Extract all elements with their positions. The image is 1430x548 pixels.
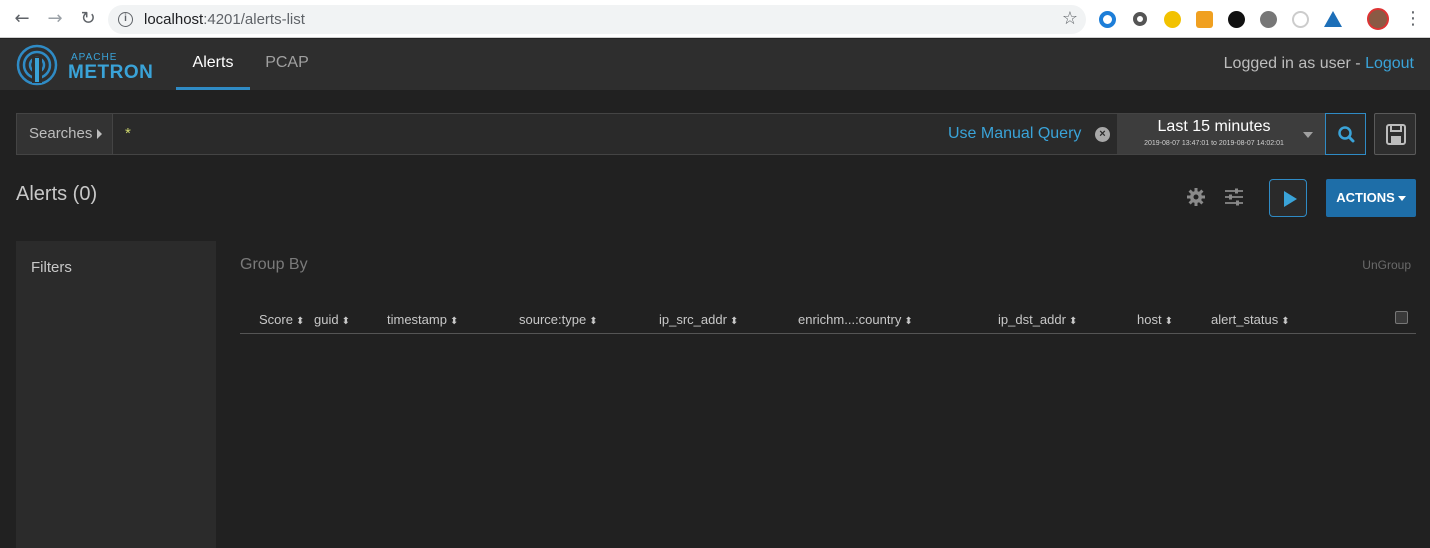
extension-icon[interactable] xyxy=(1228,11,1245,28)
play-icon xyxy=(1284,191,1297,207)
time-range-picker[interactable]: Last 15 minutes 2019-08-07 13:47:01 to 2… xyxy=(1117,114,1325,154)
forward-arrow-icon[interactable]: → xyxy=(45,9,65,29)
avatar[interactable] xyxy=(1367,8,1389,30)
search-input[interactable]: * xyxy=(125,125,131,142)
time-range-detail: 2019-08-07 13:47:01 to 2019-08-07 14:02:… xyxy=(1144,140,1284,147)
group-by-label: Group By xyxy=(240,256,308,273)
url-text[interactable]: localhost:4201/alerts-list xyxy=(144,11,305,28)
alerts-title: Alerts (0) xyxy=(16,183,98,205)
tab-alerts[interactable]: Alerts xyxy=(176,39,250,90)
gear-icon[interactable] xyxy=(1185,186,1207,208)
sort-icon: ⬍ xyxy=(729,316,739,327)
column-header-score[interactable]: Score ⬍ xyxy=(259,312,304,327)
filters-title: Filters xyxy=(31,259,72,276)
search-icon xyxy=(1338,126,1355,143)
logo-metron-text: METRON xyxy=(68,62,154,83)
logout-link[interactable]: Logout xyxy=(1365,55,1414,72)
extension-icon[interactable] xyxy=(1292,11,1309,28)
tab-pcap[interactable]: PCAP xyxy=(258,39,316,90)
metron-logo-icon xyxy=(16,44,58,86)
ungroup-button[interactable]: UnGroup xyxy=(1362,258,1411,272)
login-status: Logged in as user - Logout xyxy=(1224,55,1414,73)
app-header: APACHE METRON Alerts PCAP Logged in as u… xyxy=(0,39,1430,90)
sort-icon: ⬍ xyxy=(1068,316,1078,327)
column-header-guid[interactable]: guid ⬍ xyxy=(314,312,350,327)
logged-in-text: Logged in as user - xyxy=(1223,55,1366,72)
searches-button[interactable]: Searches xyxy=(17,114,113,154)
sort-icon: ⬍ xyxy=(589,316,598,327)
sort-icon: ⬍ xyxy=(295,316,305,327)
address-bar[interactable]: i localhost:4201/alerts-list ☆ xyxy=(108,5,1086,34)
browser-toolbar: ← → ↻ i localhost:4201/alerts-list ☆ ⋮ xyxy=(0,0,1430,38)
chevron-down-icon xyxy=(1303,132,1313,138)
column-header-ip-src-addr[interactable]: ip_src_addr ⬍ xyxy=(659,312,738,327)
extension-icon[interactable] xyxy=(1133,12,1147,26)
bookmark-star-icon[interactable]: ☆ xyxy=(1062,8,1078,29)
search-bar: Searches * Use Manual Query × Last 15 mi… xyxy=(16,113,1366,155)
sort-icon: ⬍ xyxy=(449,316,459,327)
actions-label: ACTIONS xyxy=(1336,190,1395,205)
extension-icon[interactable] xyxy=(1099,11,1116,28)
extension-icon[interactable] xyxy=(1164,11,1181,28)
save-search-button[interactable] xyxy=(1374,113,1416,155)
caret-right-icon xyxy=(97,129,103,140)
play-button[interactable] xyxy=(1269,179,1307,217)
actions-button[interactable]: ACTIONS xyxy=(1326,179,1416,217)
column-header-timestamp[interactable]: timestamp ⬍ xyxy=(387,312,458,327)
info-icon[interactable]: i xyxy=(118,12,133,27)
chevron-down-icon xyxy=(1397,196,1406,202)
back-arrow-icon[interactable]: ← xyxy=(12,9,32,29)
sort-icon: ⬍ xyxy=(1281,316,1290,327)
metron-logo[interactable]: APACHE METRON xyxy=(15,43,165,87)
extension-icon[interactable] xyxy=(1196,11,1213,28)
filters-panel: Filters xyxy=(16,241,216,548)
time-range-label: Last 15 minutes xyxy=(1157,118,1271,135)
column-header-country[interactable]: enrichm...:country ⬍ xyxy=(798,312,913,327)
clear-search-icon[interactable]: × xyxy=(1095,127,1110,142)
sort-icon: ⬍ xyxy=(904,316,913,327)
searches-label: Searches xyxy=(29,125,93,142)
sort-icon: ⬍ xyxy=(1164,316,1173,327)
column-header-host[interactable]: host ⬍ xyxy=(1137,312,1173,327)
select-all-checkbox[interactable] xyxy=(1395,311,1408,324)
column-header-source-type[interactable]: source:type ⬍ xyxy=(519,312,598,327)
search-button[interactable] xyxy=(1325,113,1366,155)
sort-icon: ⬍ xyxy=(341,316,350,327)
table-header: Score ⬍ guid ⬍ timestamp ⬍ source:type ⬍ ip_… xyxy=(240,310,1416,334)
extension-icon[interactable] xyxy=(1260,11,1277,28)
extension-icon[interactable] xyxy=(1324,11,1342,27)
column-header-alert-status[interactable]: alert_status ⬍ xyxy=(1211,312,1290,327)
manual-query-button[interactable]: Use Manual Query xyxy=(948,125,1081,143)
save-icon xyxy=(1386,124,1406,145)
reload-icon[interactable]: ↻ xyxy=(78,9,98,29)
menu-kebab-icon[interactable]: ⋮ xyxy=(1404,8,1422,29)
column-header-ip-dst-addr[interactable]: ip_dst_addr ⬍ xyxy=(998,312,1077,327)
sliders-icon[interactable] xyxy=(1223,186,1245,208)
